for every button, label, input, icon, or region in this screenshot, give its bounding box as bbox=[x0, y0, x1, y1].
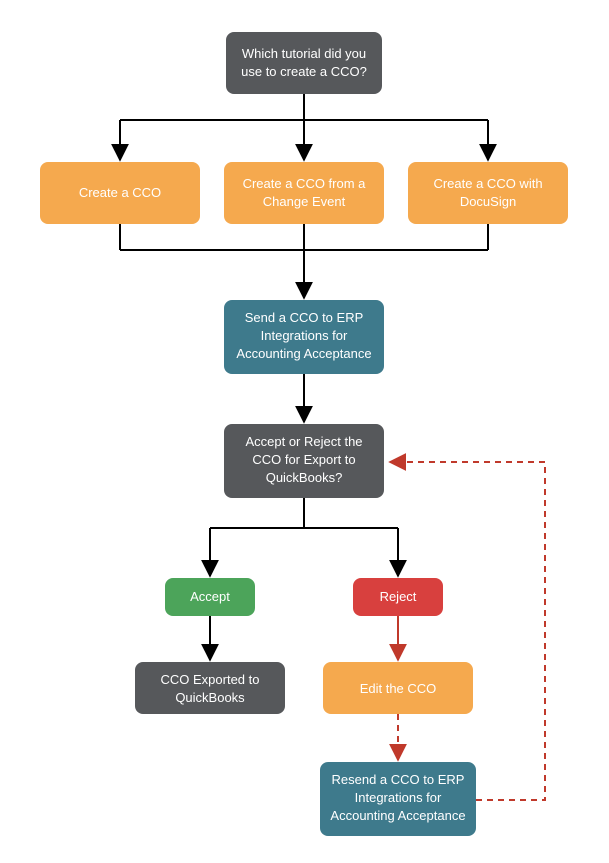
node-cco-exported: CCO Exported to QuickBooks bbox=[135, 662, 285, 714]
node-start-line1: Which tutorial did you bbox=[242, 46, 366, 61]
node-send-line3: Accounting Acceptance bbox=[236, 346, 371, 361]
node-accept-reject-decision: Accept or Reject the CCO for Export to Q… bbox=[224, 424, 384, 498]
node-create-cco-line1: Create a CCO bbox=[79, 185, 161, 200]
node-resend-line3: Accounting Acceptance bbox=[330, 808, 465, 823]
node-edit-line1: Edit the CCO bbox=[360, 681, 437, 696]
node-reject: Reject bbox=[353, 578, 443, 616]
node-decide-line1: Accept or Reject the bbox=[245, 434, 362, 449]
node-optB-line1: Create a CCO from a bbox=[243, 176, 367, 191]
node-send-erp: Send a CCO to ERP Integrations for Accou… bbox=[224, 300, 384, 374]
node-send-line1: Send a CCO to ERP bbox=[245, 310, 364, 325]
node-start: Which tutorial did you use to create a C… bbox=[226, 32, 382, 94]
node-edit-cco: Edit the CCO bbox=[323, 662, 473, 714]
node-resend-line1: Resend a CCO to ERP bbox=[332, 772, 465, 787]
node-create-cco: Create a CCO bbox=[40, 162, 200, 224]
node-optC-line2: DocuSign bbox=[460, 194, 516, 209]
node-start-line2: use to create a CCO? bbox=[241, 64, 367, 79]
node-resend-erp: Resend a CCO to ERP Integrations for Acc… bbox=[320, 762, 476, 836]
node-optB-line2: Change Event bbox=[263, 194, 346, 209]
node-accept: Accept bbox=[165, 578, 255, 616]
node-decide-line2: CCO for Export to bbox=[252, 452, 355, 467]
flowchart: Which tutorial did you use to create a C… bbox=[0, 0, 609, 863]
node-decide-line3: QuickBooks? bbox=[266, 470, 343, 485]
node-optC-line1: Create a CCO with bbox=[433, 176, 542, 191]
node-accept-line1: Accept bbox=[190, 589, 230, 604]
node-reject-line1: Reject bbox=[380, 589, 417, 604]
node-exported-line1: CCO Exported to bbox=[161, 672, 260, 687]
edges-red-dashed bbox=[390, 462, 545, 800]
node-create-cco-change-event: Create a CCO from a Change Event bbox=[224, 162, 384, 224]
node-resend-line2: Integrations for bbox=[355, 790, 442, 805]
node-create-cco-docusign: Create a CCO with DocuSign bbox=[408, 162, 568, 224]
node-send-line2: Integrations for bbox=[261, 328, 348, 343]
node-exported-line2: QuickBooks bbox=[175, 690, 245, 705]
